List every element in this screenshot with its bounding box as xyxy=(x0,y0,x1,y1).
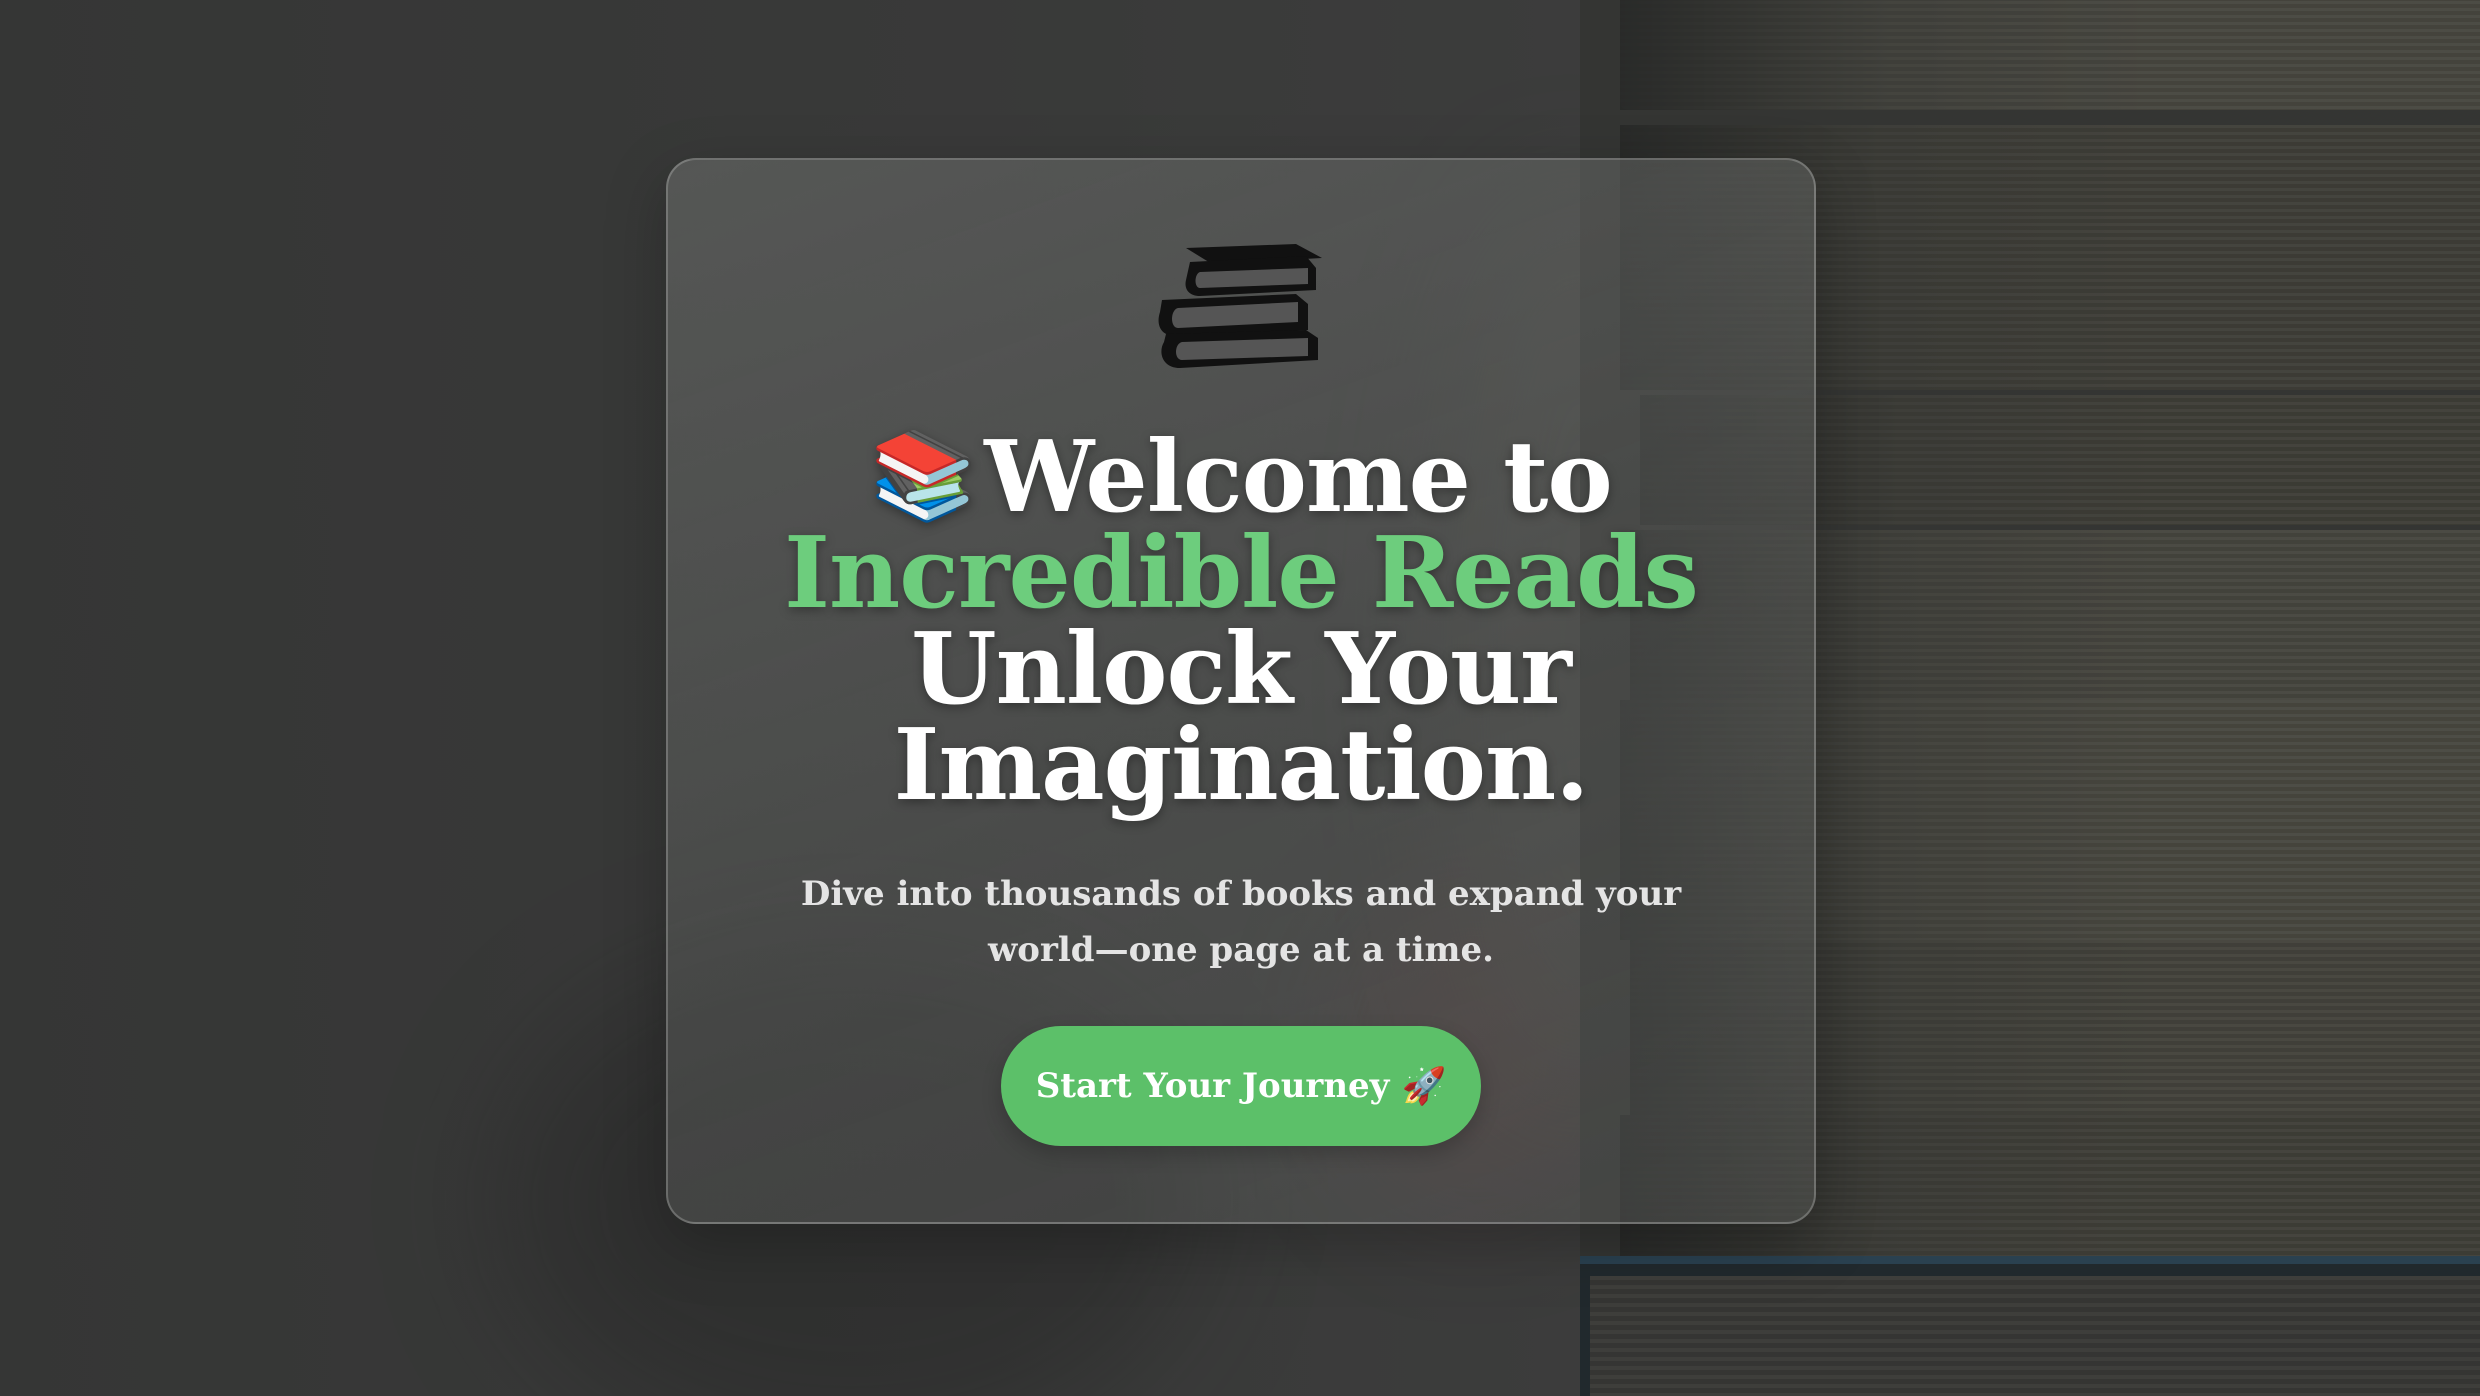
title-line-4: Imagination. xyxy=(893,708,1590,823)
hero-subtitle: Dive into thousands of books and expand … xyxy=(800,874,1682,970)
start-journey-label: Start Your Journey xyxy=(1035,1066,1390,1106)
books-emoji-icon: 📚 xyxy=(870,425,977,526)
welcome-card: 📚Welcome to Incredible Reads Unlock Your… xyxy=(666,158,1816,1224)
hero-title: 📚Welcome to Incredible Reads Unlock Your… xyxy=(668,425,1814,823)
start-journey-button[interactable]: Start Your Journey 🚀 xyxy=(1001,1026,1481,1146)
title-line-1: 📚Welcome to xyxy=(668,425,1814,527)
title-brand-name: Incredible Reads xyxy=(784,516,1699,631)
rocket-icon: 🚀 xyxy=(1401,1065,1447,1107)
book-stack-icon xyxy=(1158,244,1322,368)
title-line-3: Unlock Your xyxy=(911,612,1572,727)
